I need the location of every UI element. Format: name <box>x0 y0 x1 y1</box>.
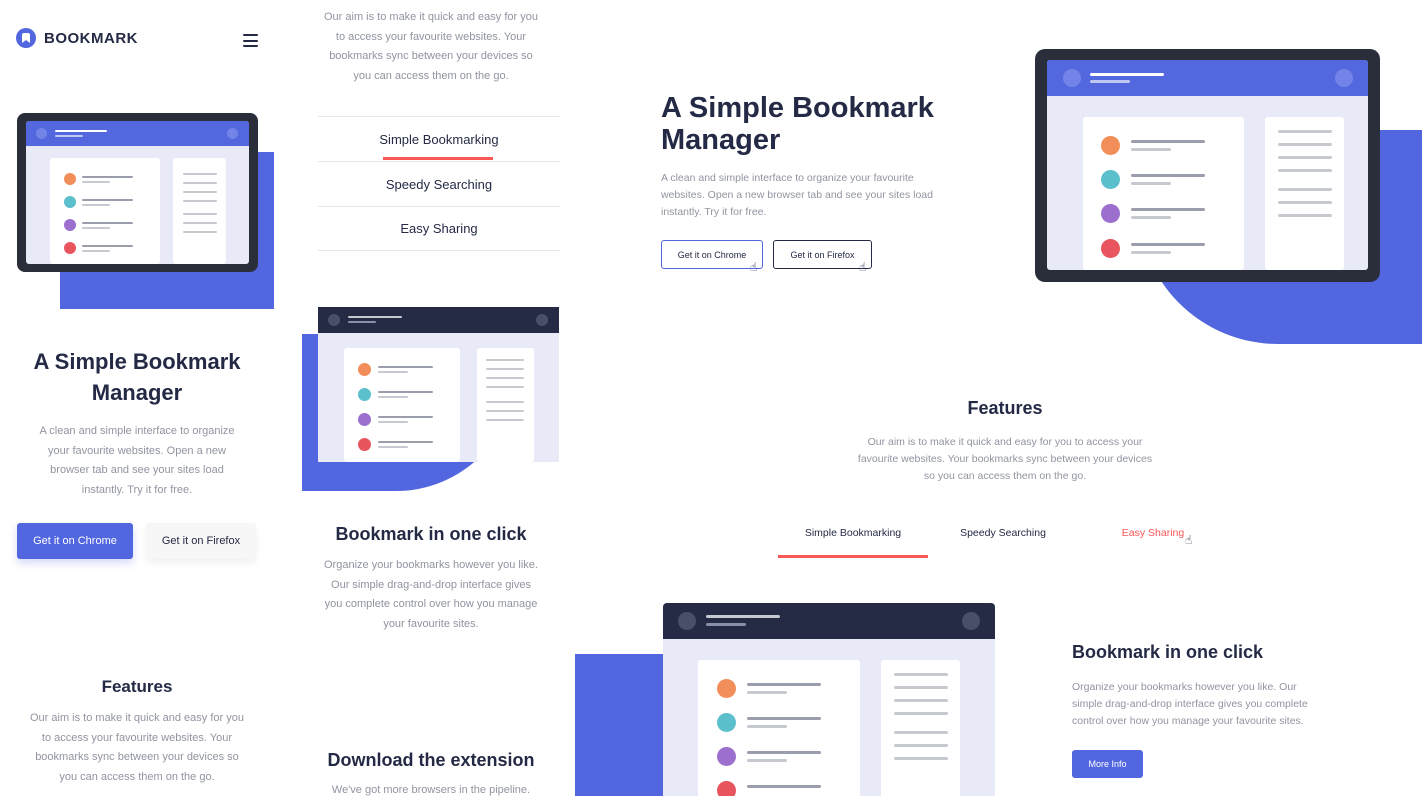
logo[interactable]: BOOKMARK <box>16 28 138 48</box>
tab-speedy-searching-desktop[interactable]: Speedy Searching <box>928 527 1078 539</box>
feature-detail-title: Bookmark in one click <box>335 524 527 544</box>
tab-simple-bookmarking[interactable]: Simple Bookmarking <box>318 116 560 161</box>
hero-tablet-illustration-desktop <box>1035 49 1380 282</box>
hero-description: A clean and simple interface to organize… <box>39 425 235 496</box>
tab-easy-sharing-desktop[interactable]: Easy Sharing <box>1078 527 1228 539</box>
logo-text: BOOKMARK <box>44 29 138 47</box>
hero-title-desktop: A Simple Bookmark Manager <box>661 92 934 156</box>
feature-detail-description-desktop: Organize your bookmarks however you like… <box>1072 681 1308 727</box>
active-tab-indicator-desktop <box>778 555 928 558</box>
features-description: Our aim is to make it quick and easy for… <box>30 712 244 783</box>
hero-description-desktop: A clean and simple interface to organize… <box>661 172 933 218</box>
hamburger-icon[interactable] <box>243 34 258 47</box>
features-title-desktop: Features <box>967 398 1043 418</box>
pointer-cursor-icon: ☝ <box>859 260 867 274</box>
get-chrome-button[interactable]: Get it on Chrome <box>17 523 133 559</box>
pointer-cursor-icon: ☝ <box>1185 533 1193 547</box>
feature-detail-description: Organize your bookmarks however you like… <box>324 559 538 630</box>
active-tab-indicator <box>383 157 493 160</box>
pointer-cursor-icon: ☝ <box>750 260 758 274</box>
features-title: Features <box>101 677 173 696</box>
features-description-desktop: Our aim is to make it quick and easy for… <box>857 436 1153 482</box>
download-description: We've got more browsers in the pipeline. <box>331 784 531 796</box>
mobile-view-top: BOOKMARK A Simple Bookmark Manager A cle… <box>0 0 274 796</box>
feature-browser-illustration <box>318 307 559 462</box>
more-info-button[interactable]: More Info <box>1072 750 1143 778</box>
hero-title: A Simple Bookmark Manager <box>33 349 241 405</box>
tab-easy-sharing[interactable]: Easy Sharing <box>318 206 560 251</box>
feature-browser-illustration-desktop <box>663 603 995 796</box>
mobile-view-features: Our aim is to make it quick and easy for… <box>302 0 560 796</box>
get-firefox-button-desktop[interactable]: Get it on Firefox <box>773 240 872 269</box>
get-firefox-button[interactable]: Get it on Firefox <box>146 523 256 559</box>
bookmark-logo-icon <box>16 28 36 48</box>
get-chrome-button-desktop[interactable]: Get it on Chrome <box>661 240 763 269</box>
hero-tablet-illustration <box>17 113 258 272</box>
feature-detail-title-desktop: Bookmark in one click <box>1072 642 1264 662</box>
desktop-view: A Simple Bookmark Manager A clean and si… <box>575 0 1422 796</box>
tab-speedy-searching[interactable]: Speedy Searching <box>318 161 560 206</box>
tab-simple-bookmarking-desktop[interactable]: Simple Bookmarking <box>778 527 928 539</box>
download-title: Download the extension <box>327 750 535 770</box>
features-description-continued: Our aim is to make it quick and easy for… <box>324 11 538 82</box>
